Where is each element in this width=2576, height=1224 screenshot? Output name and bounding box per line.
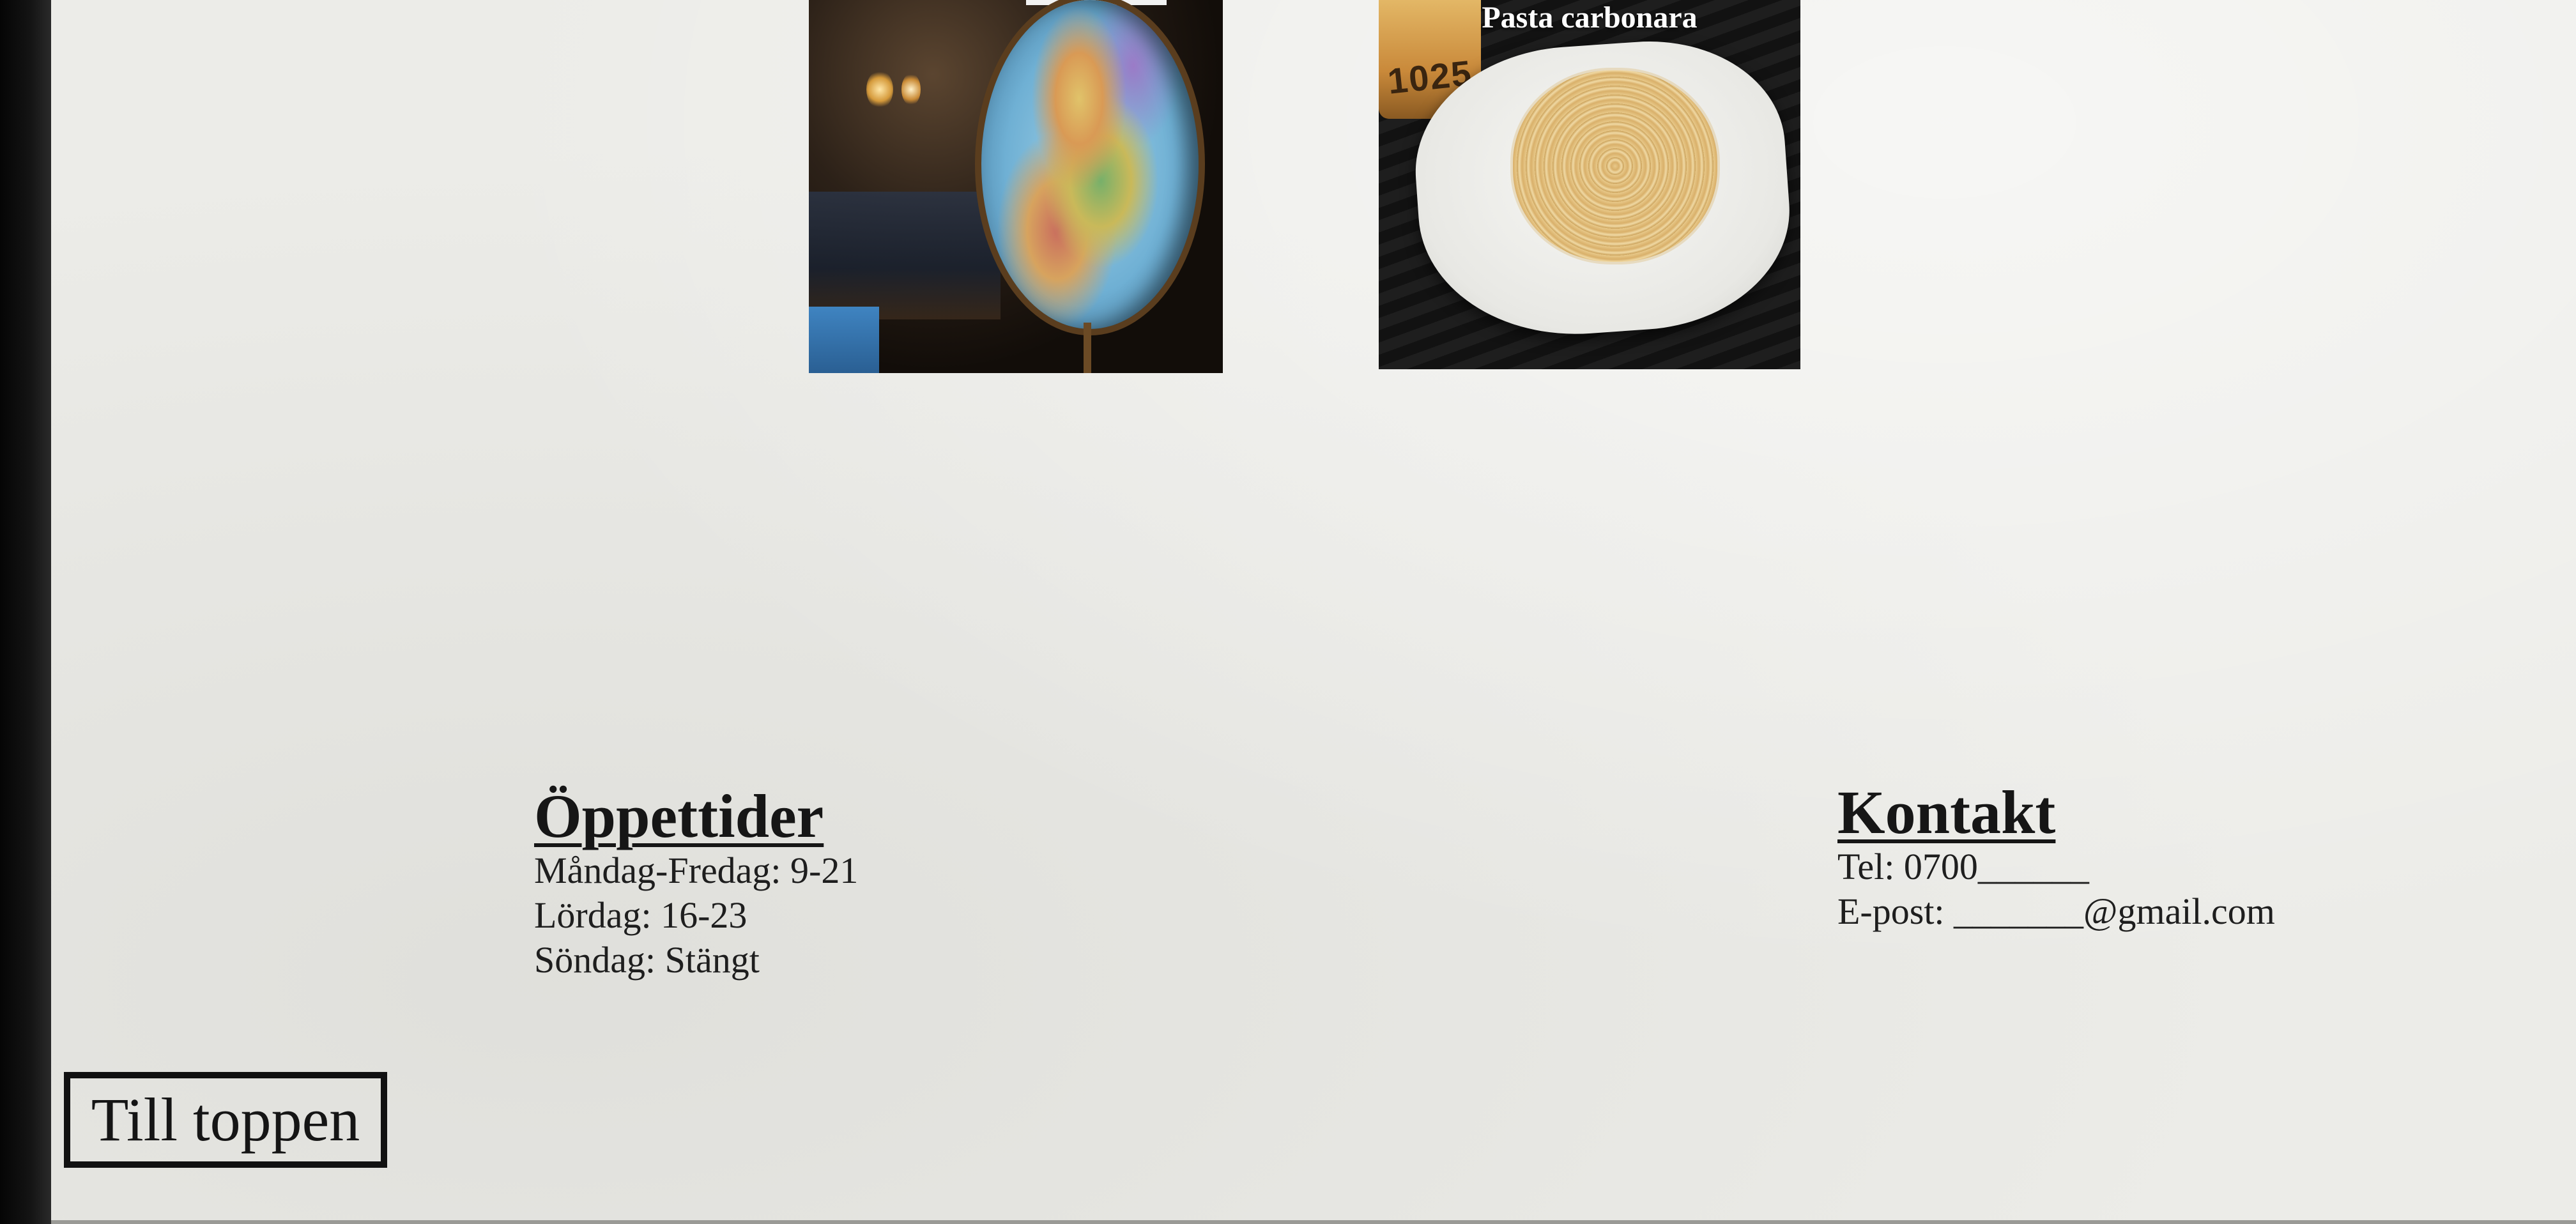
globe-stand [1084, 323, 1091, 373]
monitor-bezel [0, 0, 51, 1224]
contact-phone: Tel: 0700______ [1837, 846, 2089, 887]
pasta-photo: 1025 Pasta carbonara [1379, 0, 1800, 369]
photo-lamp-light [866, 70, 893, 109]
photo-background-shelf [809, 192, 1000, 319]
browser-viewport: 1025 Pasta carbonara Öppettider Måndag-F… [51, 0, 2576, 1224]
screen-bottom-edge [51, 1220, 2576, 1224]
photo-book [809, 307, 879, 373]
pasta-noodles [1513, 70, 1717, 262]
contact-section: Kontakt Tel: 0700______ E-post: _______@… [1837, 781, 2275, 934]
photo-lamp-light [901, 73, 921, 105]
back-to-top-button[interactable]: Till toppen [64, 1072, 387, 1168]
globe-photo [809, 0, 1223, 373]
pasta-caption: Pasta carbonara [1482, 1, 1698, 34]
opening-hours-heading: Öppettider [534, 782, 824, 850]
hours-saturday: Lördag: 16-23 [534, 894, 747, 936]
hours-weekdays: Måndag-Fredag: 9-21 [534, 850, 859, 891]
contact-heading: Kontakt [1837, 778, 2056, 846]
globe-illustration [981, 0, 1199, 329]
hours-sunday: Söndag: Stängt [534, 939, 760, 981]
opening-hours-section: Öppettider Måndag-Fredag: 9-21 Lördag: 1… [534, 784, 858, 983]
contact-email: E-post: _______@gmail.com [1837, 891, 2275, 932]
